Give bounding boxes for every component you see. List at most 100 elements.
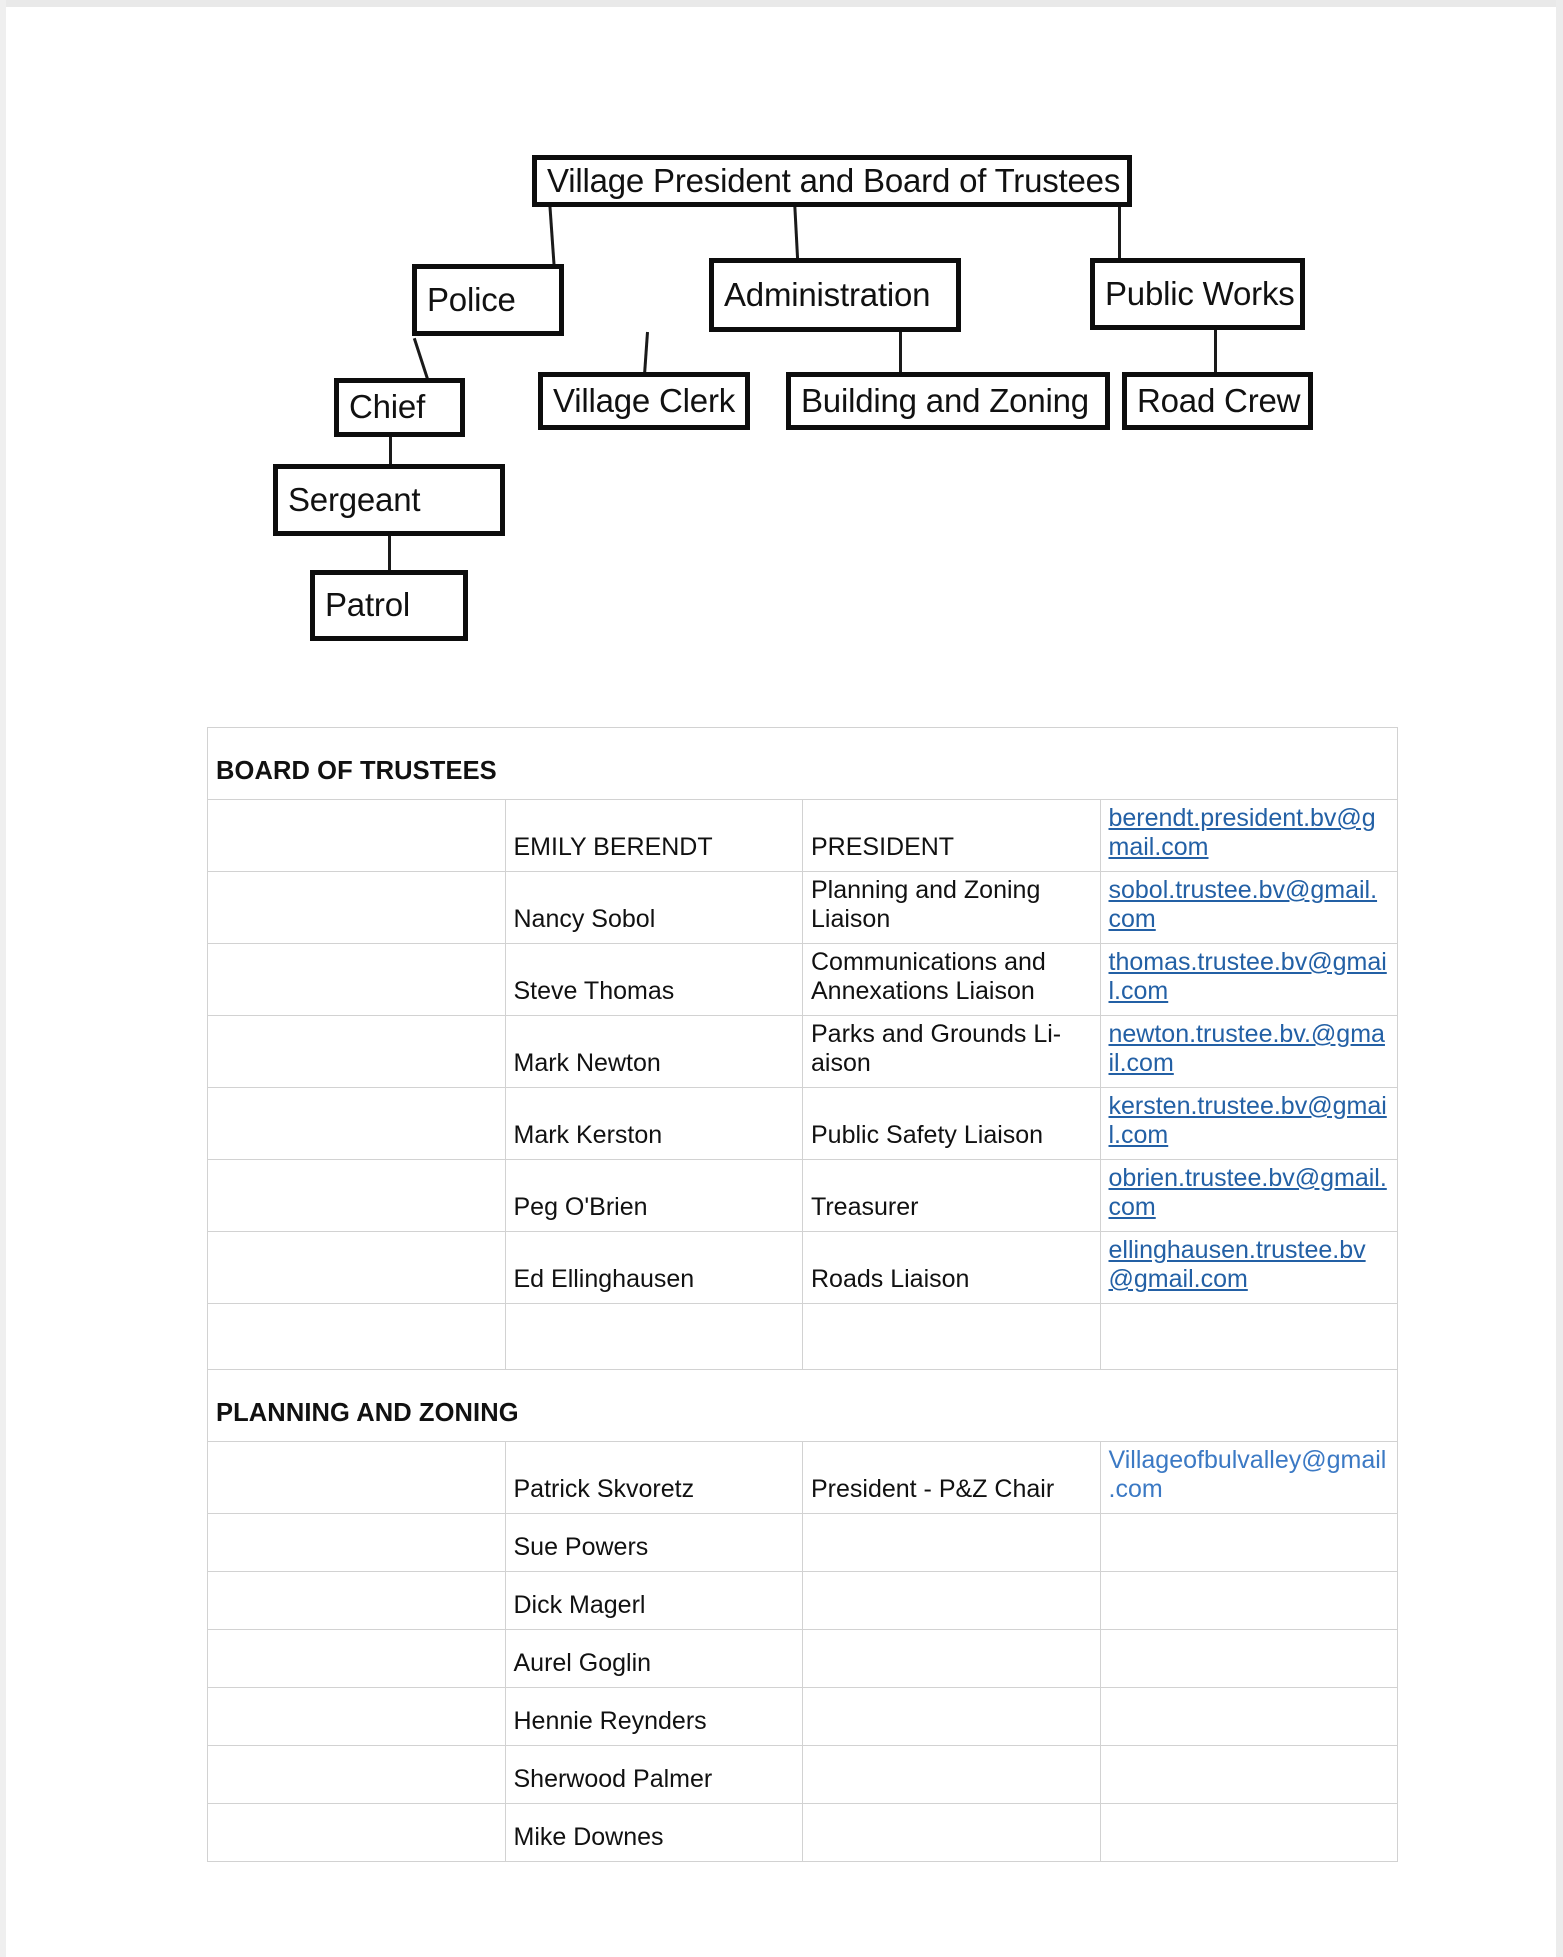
email-link[interactable]: newton.trustee.bv.@gmail.com bbox=[1109, 1020, 1385, 1077]
org-node-administration-label: Administration bbox=[724, 275, 931, 313]
email-link[interactable]: thomas.trustee.bv@gmail.com bbox=[1109, 948, 1387, 1005]
table-row: Peg O'Brien Treasurer obrien.trustee.bv@… bbox=[207, 1159, 1398, 1232]
member-email bbox=[1099, 1303, 1398, 1370]
org-node-public-works-label: Public Works bbox=[1105, 274, 1295, 312]
org-node-administration[interactable]: Administration bbox=[709, 258, 961, 332]
org-node-building-and-zoning-label: Building and Zoning bbox=[801, 381, 1089, 419]
member-email[interactable]: sobol.trustee.bv@gmail.com bbox=[1099, 871, 1398, 944]
row-spacer-cell bbox=[207, 871, 506, 944]
org-node-root[interactable]: Village President and Board of Trustees bbox=[532, 155, 1132, 207]
email-link[interactable]: Villageofbulvalley@gmail.com bbox=[1109, 1446, 1387, 1503]
row-spacer-cell bbox=[207, 1231, 506, 1304]
table-row: Aurel Goglin bbox=[207, 1629, 1398, 1688]
org-node-patrol[interactable]: Patrol bbox=[310, 570, 468, 641]
table-row-empty bbox=[207, 1303, 1398, 1370]
member-name: Hennie Reynders bbox=[504, 1687, 803, 1746]
row-spacer-cell bbox=[207, 1803, 506, 1862]
member-role: PRESIDENT bbox=[802, 799, 1101, 872]
member-role bbox=[802, 1513, 1101, 1572]
row-spacer-cell bbox=[207, 1629, 506, 1688]
connector-sergeant-to-patrol bbox=[388, 533, 391, 571]
table-row: Steve Thomas Communications and Annexati… bbox=[207, 943, 1398, 1016]
organizational-chart: Village President and Board of Trustees … bbox=[0, 0, 1563, 700]
member-email bbox=[1099, 1803, 1398, 1862]
row-spacer-cell bbox=[207, 1303, 506, 1370]
row-spacer-cell bbox=[207, 799, 506, 872]
member-email bbox=[1099, 1687, 1398, 1746]
member-role bbox=[802, 1571, 1101, 1630]
row-spacer-cell bbox=[207, 1687, 506, 1746]
member-email bbox=[1099, 1571, 1398, 1630]
roster-table: BOARD OF TRUSTEES EMILY BERENDT PRESIDEN… bbox=[207, 727, 1398, 1862]
member-role: Planning and Zoning Liaison bbox=[802, 871, 1101, 944]
member-role bbox=[802, 1629, 1101, 1688]
member-name: Patrick Skvoretz bbox=[504, 1441, 803, 1514]
org-node-building-and-zoning[interactable]: Building and Zoning bbox=[786, 372, 1110, 430]
email-link[interactable]: berendt.president.bv@gmail.com bbox=[1109, 804, 1376, 861]
email-link[interactable]: kersten.trustee.bv@gmail.com bbox=[1109, 1092, 1387, 1149]
connector-root-to-admin bbox=[793, 199, 800, 264]
table-row: Sherwood Palmer bbox=[207, 1745, 1398, 1804]
row-spacer-cell bbox=[207, 943, 506, 1016]
member-email[interactable]: kersten.trustee.bv@gmail.com bbox=[1099, 1087, 1398, 1160]
org-node-village-clerk[interactable]: Village Clerk bbox=[538, 372, 750, 430]
table-row: Nancy Sobol Planning and Zoning Liaison … bbox=[207, 871, 1398, 944]
member-name: Sherwood Palmer bbox=[504, 1745, 803, 1804]
org-node-road-crew[interactable]: Road Crew bbox=[1122, 372, 1313, 430]
connector-admin-to-bldgzone bbox=[899, 332, 902, 374]
org-node-sergeant[interactable]: Sergeant bbox=[273, 464, 505, 536]
table-row: Hennie Reynders bbox=[207, 1687, 1398, 1746]
member-name: Peg O'Brien bbox=[504, 1159, 803, 1232]
member-role: Treasurer bbox=[802, 1159, 1101, 1232]
table-row: Patrick Skvoretz President - P&Z Chair V… bbox=[207, 1441, 1398, 1514]
member-email[interactable]: ellinghausen.trustee.bv@gmail.com bbox=[1099, 1231, 1398, 1304]
table-section-header-row: PLANNING AND ZONING bbox=[207, 1369, 1398, 1442]
connector-admin-to-clerk bbox=[643, 331, 649, 375]
member-name: Steve Thomas bbox=[504, 943, 803, 1016]
member-role: President - P&Z Chair bbox=[802, 1441, 1101, 1514]
org-node-police-label: Police bbox=[427, 280, 516, 318]
row-spacer-cell bbox=[207, 1441, 506, 1514]
member-name: Aurel Goglin bbox=[504, 1629, 803, 1688]
member-email[interactable]: Villageofbulvalley@gmail.com bbox=[1099, 1441, 1398, 1514]
email-link[interactable]: ellinghausen.trustee.bv@gmail.com bbox=[1109, 1236, 1366, 1293]
member-name: Nancy Sobol bbox=[504, 871, 803, 944]
member-email[interactable]: obrien.trustee.bv@gmail.com bbox=[1099, 1159, 1398, 1232]
table-row: Sue Powers bbox=[207, 1513, 1398, 1572]
member-email[interactable]: newton.trustee.bv.@gmail.com bbox=[1099, 1015, 1398, 1088]
table-section-header-row: BOARD OF TRUSTEES bbox=[207, 727, 1398, 800]
member-role: Roads Liaison bbox=[802, 1231, 1101, 1304]
connector-pubworks-to-roadcrew bbox=[1214, 330, 1217, 374]
email-link[interactable]: obrien.trustee.bv@gmail.com bbox=[1109, 1164, 1387, 1221]
section-heading-planning-and-zoning: PLANNING AND ZONING bbox=[207, 1369, 1398, 1442]
org-node-sergeant-label: Sergeant bbox=[288, 480, 421, 518]
email-link[interactable]: sobol.trustee.bv@gmail.com bbox=[1109, 876, 1378, 933]
table-row: EMILY BERENDT PRESIDENT berendt.presiden… bbox=[207, 799, 1398, 872]
org-node-root-label: Village President and Board of Trustees bbox=[547, 161, 1121, 199]
table-row: Ed Ellinghausen Roads Liaison ellinghaus… bbox=[207, 1231, 1398, 1304]
row-spacer-cell bbox=[207, 1571, 506, 1630]
row-spacer-cell bbox=[207, 1087, 506, 1160]
member-name: Mark Kerston bbox=[504, 1087, 803, 1160]
connector-police-to-chief bbox=[412, 337, 430, 383]
table-row: Mike Downes bbox=[207, 1803, 1398, 1862]
org-node-chief-label: Chief bbox=[349, 388, 426, 426]
member-email[interactable]: thomas.trustee.bv@gmail.com bbox=[1099, 943, 1398, 1016]
member-email[interactable]: berendt.president.bv@gmail.com bbox=[1099, 799, 1398, 872]
row-spacer-cell bbox=[207, 1015, 506, 1088]
member-email bbox=[1099, 1629, 1398, 1688]
member-role: Parks and Grounds Li-aison bbox=[802, 1015, 1101, 1088]
member-name: Ed Ellinghausen bbox=[504, 1231, 803, 1304]
row-spacer-cell bbox=[207, 1159, 506, 1232]
org-node-public-works[interactable]: Public Works bbox=[1090, 258, 1305, 330]
table-row: Mark Kerston Public Safety Liaison kerst… bbox=[207, 1087, 1398, 1160]
document-page: Village President and Board of Trustees … bbox=[0, 0, 1563, 1957]
org-node-chief[interactable]: Chief bbox=[334, 378, 465, 437]
member-role bbox=[802, 1687, 1101, 1746]
member-role bbox=[802, 1803, 1101, 1862]
org-node-police[interactable]: Police bbox=[412, 264, 564, 336]
member-name: Dick Magerl bbox=[504, 1571, 803, 1630]
org-node-road-crew-label: Road Crew bbox=[1137, 381, 1301, 419]
connector-root-to-police bbox=[548, 199, 556, 266]
member-name bbox=[504, 1303, 803, 1370]
